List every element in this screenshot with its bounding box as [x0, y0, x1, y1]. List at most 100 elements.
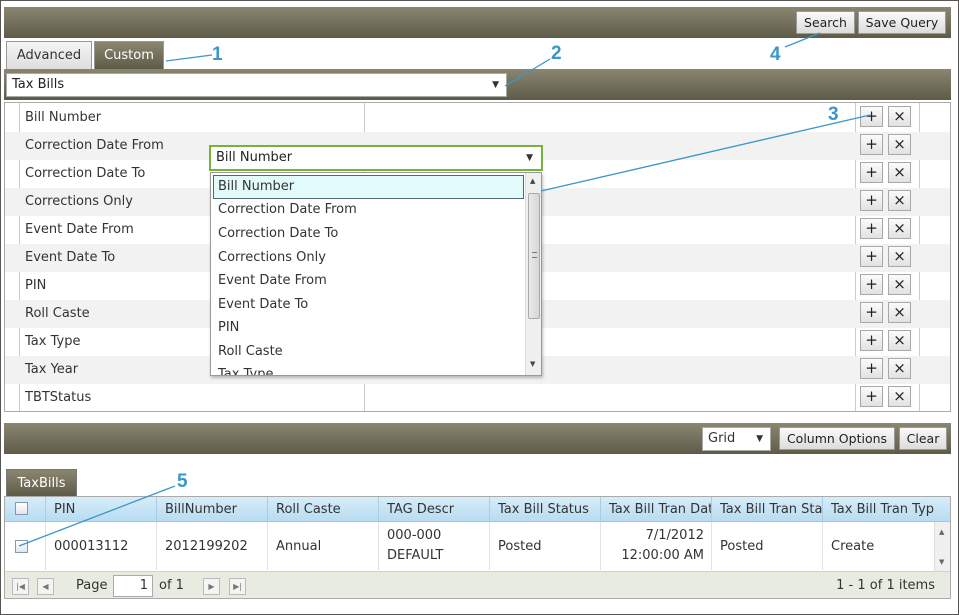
- field-row: Bill Number: [5, 104, 950, 132]
- cell-roll-caste: Annual: [267, 522, 379, 570]
- dropdown-option[interactable]: Corrections Only: [213, 246, 524, 270]
- cell-tran-date: 7/1/2012 12:00:00 AM: [600, 522, 712, 570]
- field-label: Event Date From: [25, 222, 134, 237]
- field-label: Corrections Only: [25, 194, 133, 209]
- add-condition-button[interactable]: +: [860, 162, 883, 183]
- add-condition-button[interactable]: +: [860, 218, 883, 239]
- dropdown-option[interactable]: Correction Date To: [213, 222, 524, 246]
- tab-taxbills[interactable]: TaxBills: [6, 469, 77, 496]
- dropdown-option[interactable]: PIN: [213, 316, 524, 340]
- field-label: Roll Caste: [25, 306, 90, 321]
- chevron-down-icon: ▼: [756, 434, 763, 444]
- search-button[interactable]: Search: [796, 11, 855, 34]
- cell-tag-descr-line: 000-000: [387, 528, 442, 543]
- column-header[interactable]: PIN: [45, 497, 157, 522]
- dropdown-option[interactable]: Tax Type: [213, 363, 524, 375]
- items-summary: 1 - 1 of 1 items: [836, 578, 935, 593]
- dropdown-option[interactable]: Roll Caste: [213, 340, 524, 364]
- cell-tag-descr: 000-000 DEFAULT: [378, 522, 490, 570]
- cell-status: Posted: [489, 522, 601, 570]
- view-select-value: Grid: [708, 431, 736, 446]
- cell-tran-type: Create: [822, 522, 934, 570]
- save-query-button[interactable]: Save Query: [858, 11, 946, 34]
- remove-condition-button[interactable]: ×: [888, 386, 911, 407]
- add-condition-button[interactable]: +: [860, 134, 883, 155]
- field-label: Bill Number: [25, 110, 102, 125]
- scroll-thumb[interactable]: [528, 193, 540, 319]
- cell-bill-number: 2012199202: [156, 522, 268, 570]
- add-condition-button[interactable]: +: [860, 302, 883, 323]
- tab-advanced[interactable]: Advanced: [6, 41, 92, 69]
- results-grid: PIN BillNumber Roll Caste TAG Descr Tax …: [4, 496, 951, 599]
- cell-tran-date-line: 12:00:00 AM: [621, 548, 704, 563]
- field-label: Correction Date To: [25, 166, 146, 181]
- row-checkbox[interactable]: [15, 540, 28, 553]
- entity-select-value: Tax Bills: [12, 77, 65, 92]
- select-all-checkbox[interactable]: [15, 502, 28, 515]
- remove-condition-button[interactable]: ×: [888, 302, 911, 323]
- scroll-down-icon[interactable]: ▼: [530, 360, 535, 368]
- grid-scrollbar[interactable]: ▲ ▼: [934, 522, 950, 571]
- callout-number: 1: [212, 44, 223, 65]
- field-label: Tax Year: [25, 362, 79, 377]
- remove-condition-button[interactable]: ×: [888, 162, 911, 183]
- field-label: PIN: [25, 278, 47, 293]
- add-condition-button[interactable]: +: [860, 190, 883, 211]
- dropdown-option[interactable]: Event Date To: [213, 293, 524, 317]
- column-header[interactable]: Tax Bill Tran Date: [600, 497, 712, 522]
- remove-condition-button[interactable]: ×: [888, 330, 911, 351]
- remove-condition-button[interactable]: ×: [888, 134, 911, 155]
- callout-number: 3: [828, 104, 839, 125]
- remove-condition-button[interactable]: ×: [888, 246, 911, 267]
- remove-condition-button[interactable]: ×: [888, 190, 911, 211]
- chevron-down-icon: ▼: [526, 153, 533, 163]
- field-row: TBTStatus: [5, 384, 950, 412]
- column-options-button[interactable]: Column Options: [779, 427, 895, 450]
- add-condition-button[interactable]: +: [860, 386, 883, 407]
- grid-pager: |◀ ◀ Page 1 of 1 ▶ ▶| 1 - 1 of 1 items: [5, 571, 950, 598]
- column-header[interactable]: Tax Bill Status: [489, 497, 601, 522]
- dropdown-scrollbar[interactable]: ▲ ▼: [525, 173, 541, 375]
- column-header[interactable]: Tax Bill Tran Type: [822, 497, 934, 522]
- prev-page-icon[interactable]: ◀: [37, 578, 54, 595]
- next-page-icon[interactable]: ▶: [203, 578, 220, 595]
- callout-number: 5: [177, 471, 188, 492]
- cell-tag-descr-line: DEFAULT: [387, 548, 444, 563]
- scroll-up-icon[interactable]: ▲: [939, 528, 944, 536]
- field-label: Event Date To: [25, 250, 116, 265]
- add-condition-button[interactable]: +: [860, 330, 883, 351]
- field-dropdown[interactable]: Bill Number ▼: [209, 145, 543, 171]
- cell-tran-status: Posted: [711, 522, 823, 570]
- view-select[interactable]: Grid ▼: [702, 427, 771, 451]
- grip-icon: [532, 252, 537, 258]
- tab-custom[interactable]: Custom: [94, 41, 164, 69]
- remove-condition-button[interactable]: ×: [888, 358, 911, 379]
- clear-button[interactable]: Clear: [899, 427, 947, 450]
- last-page-icon[interactable]: ▶|: [229, 578, 246, 595]
- column-header[interactable]: BillNumber: [156, 497, 268, 522]
- remove-condition-button[interactable]: ×: [888, 106, 911, 127]
- first-page-icon[interactable]: |◀: [12, 578, 29, 595]
- entity-select[interactable]: Tax Bills ▼: [6, 73, 507, 97]
- add-condition-button[interactable]: +: [860, 246, 883, 267]
- scroll-up-icon[interactable]: ▲: [530, 177, 535, 185]
- dropdown-option[interactable]: Bill Number: [213, 175, 524, 199]
- add-condition-button[interactable]: +: [860, 106, 883, 127]
- cell-pin: 000013112: [45, 522, 157, 570]
- page-label: Page: [76, 578, 108, 593]
- field-label: Correction Date From: [25, 138, 164, 153]
- page-input[interactable]: 1: [113, 575, 153, 597]
- remove-condition-button[interactable]: ×: [888, 218, 911, 239]
- dropdown-option[interactable]: Correction Date From: [213, 198, 524, 222]
- callout-number: 4: [770, 44, 781, 65]
- scroll-down-icon[interactable]: ▼: [939, 558, 944, 566]
- column-header[interactable]: Roll Caste: [267, 497, 379, 522]
- page-count-label: of 1: [159, 578, 184, 593]
- add-condition-button[interactable]: +: [860, 274, 883, 295]
- dropdown-option[interactable]: Event Date From: [213, 269, 524, 293]
- add-condition-button[interactable]: +: [860, 358, 883, 379]
- remove-condition-button[interactable]: ×: [888, 274, 911, 295]
- chevron-down-icon: ▼: [492, 80, 499, 90]
- column-header[interactable]: TAG Descr: [378, 497, 490, 522]
- column-header[interactable]: Tax Bill Tran Status: [711, 497, 823, 522]
